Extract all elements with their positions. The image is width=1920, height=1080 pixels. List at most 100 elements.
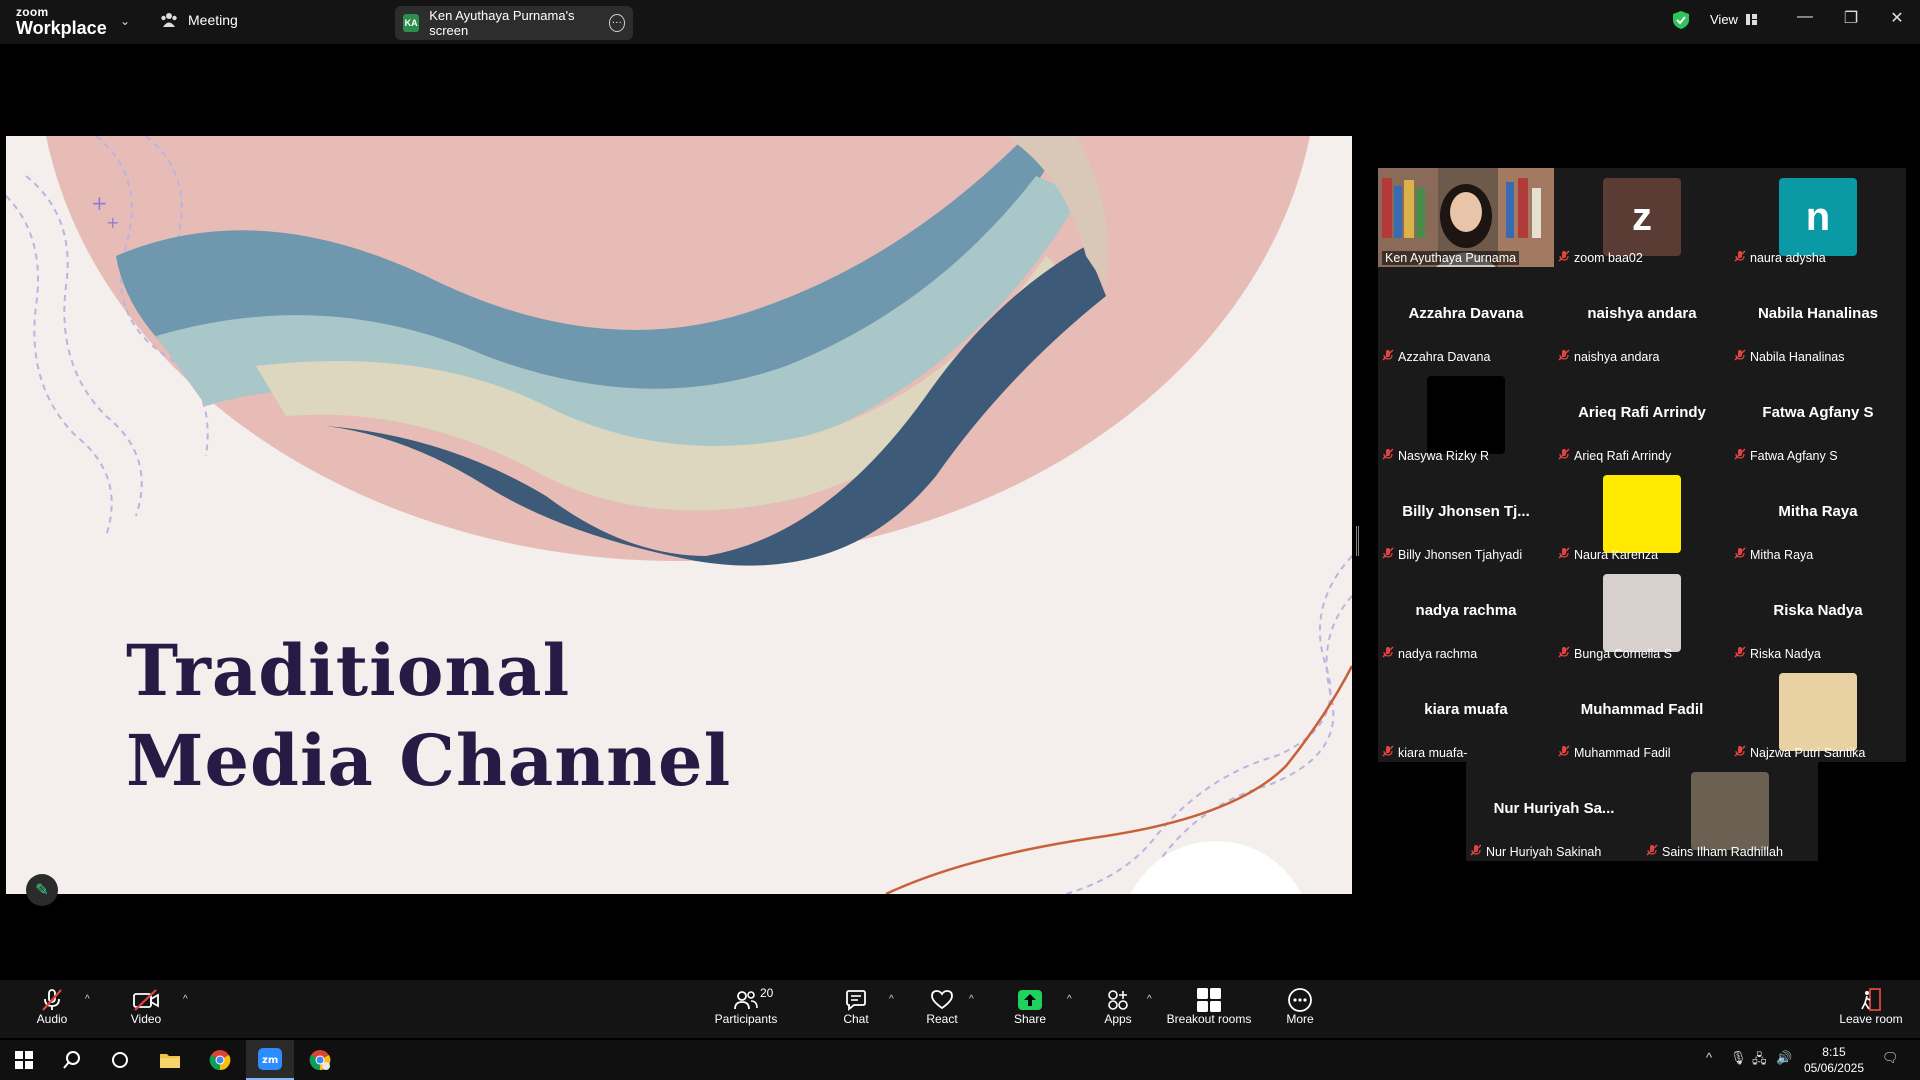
participant-name-label: kiara muafa- — [1382, 745, 1467, 760]
participant-name-label: nadya rachma — [1382, 646, 1477, 661]
participant-big-name: Arieq Rafi Arrindy — [1578, 404, 1706, 421]
participant-name: Nabila Hanalinas — [1750, 349, 1845, 364]
tray-microphone-icon[interactable]: 🎙 — [1730, 1050, 1747, 1066]
leave-room-button[interactable]: Leave room — [1836, 988, 1906, 1026]
participant-tile[interactable]: Ken Ayuthaya Purnama — [1378, 168, 1554, 267]
participant-tile[interactable]: Riska Nadya Riska Nadya — [1730, 564, 1906, 663]
participant-big-name: Riska Nadya — [1773, 602, 1863, 619]
panel-splitter[interactable] — [1356, 526, 1359, 556]
svg-text:+: + — [106, 213, 119, 232]
share-label: Share — [1013, 1012, 1047, 1026]
participant-name: Bunga Cornelia S — [1574, 646, 1672, 661]
apps-button[interactable]: Apps — [1100, 988, 1136, 1026]
participant-name-label: Ken Ayuthaya Purnama — [1382, 251, 1520, 265]
meeting-people-icon — [161, 13, 177, 27]
participant-tile[interactable]: Fatwa Agfany S Fatwa Agfany S — [1730, 366, 1906, 465]
tray-expand-icon[interactable]: ^ — [1706, 1050, 1712, 1065]
muted-microphone-icon — [1382, 349, 1394, 364]
participant-name-label: Fatwa Agfany S — [1734, 448, 1838, 463]
share-options-caret[interactable]: ^ — [1067, 994, 1072, 1005]
apps-options-caret[interactable]: ^ — [1147, 994, 1152, 1005]
participant-name: kiara muafa- — [1398, 745, 1468, 760]
participant-big-name: nadya rachma — [1415, 602, 1517, 619]
breakout-rooms-icon — [1197, 988, 1221, 1012]
muted-microphone-icon — [1558, 448, 1570, 463]
participant-tile[interactable]: Azzahra Davana Azzahra Davana — [1378, 267, 1554, 366]
audio-options-caret[interactable]: ^ — [85, 994, 90, 1005]
file-explorer-icon[interactable] — [146, 1040, 194, 1080]
annotate-pen-icon[interactable]: ✎ — [26, 874, 58, 906]
participant-tile[interactable]: Nasywa Rizky R — [1378, 366, 1554, 465]
muted-microphone-icon — [1646, 844, 1658, 859]
participant-tile[interactable]: kiara muafa kiara muafa- — [1378, 663, 1554, 762]
participant-avatar — [1603, 475, 1681, 553]
participant-big-name: Mitha Raya — [1778, 503, 1858, 520]
slide-title-line2: Media Channel — [126, 719, 732, 802]
volume-icon[interactable]: 🔊 — [1776, 1050, 1792, 1066]
zoom-workplace-logo[interactable]: zoom Workplace — [16, 6, 107, 37]
zoom-taskbar-icon[interactable]: zm — [246, 1040, 294, 1080]
participant-tile[interactable]: Nur Huriyah Sa... Nur Huriyah Sakinah — [1466, 762, 1642, 861]
task-view-icon[interactable] — [96, 1040, 144, 1080]
audio-button[interactable]: Audio — [34, 988, 70, 1026]
participant-tile[interactable]: Najzwa Putri Santika — [1730, 663, 1906, 762]
participant-big-name: Muhammad Fadil — [1580, 701, 1704, 718]
participant-tile[interactable]: Sains Ilham Radhillah — [1642, 762, 1818, 861]
participant-big-name: Fatwa Agfany S — [1762, 404, 1874, 421]
chrome-profile-icon[interactable] — [296, 1040, 344, 1080]
muted-microphone-icon — [1558, 250, 1570, 265]
participant-tile[interactable]: Bunga Cornelia S — [1554, 564, 1730, 663]
network-icon[interactable]: 🖧 — [1752, 1050, 1767, 1072]
chat-button[interactable]: Chat — [838, 988, 874, 1026]
participants-button[interactable]: 20 Participants — [714, 986, 778, 1026]
svg-text:zm: zm — [262, 1055, 278, 1066]
security-shield-icon[interactable] — [1672, 10, 1690, 30]
more-button[interactable]: More — [1284, 988, 1316, 1026]
share-button[interactable]: Share — [1012, 988, 1048, 1026]
presentation-slide: + + Traditional Media Channel — [6, 136, 1352, 894]
participant-name-label: Nur Huriyah Sakinah — [1470, 844, 1601, 859]
more-options-icon[interactable]: ··· — [608, 14, 625, 32]
share-screen-icon — [1018, 990, 1042, 1010]
participant-tile[interactable]: naishya andara naishya andara — [1554, 267, 1730, 366]
chrome-icon[interactable] — [196, 1040, 244, 1080]
chevron-down-icon[interactable]: ⌄ — [120, 14, 130, 28]
participant-tile[interactable]: n naura adysha — [1730, 168, 1906, 267]
close-icon[interactable]: ✕ — [1882, 8, 1912, 28]
participant-tile[interactable]: Mitha Raya Mitha Raya — [1730, 465, 1906, 564]
meeting-menu[interactable]: Meeting — [160, 12, 238, 28]
react-button[interactable]: React — [922, 988, 962, 1026]
participant-tile[interactable]: nadya rachma nadya rachma — [1378, 564, 1554, 663]
restore-icon[interactable]: ❐ — [1836, 8, 1866, 28]
participant-tile[interactable]: Nabila Hanalinas Nabila Hanalinas — [1730, 267, 1906, 366]
video-options-caret[interactable]: ^ — [183, 994, 188, 1005]
participant-tile[interactable]: Muhammad Fadil Muhammad Fadil — [1554, 663, 1730, 762]
grid-view-icon — [1745, 14, 1757, 25]
notifications-icon[interactable]: 🗨 — [1882, 1050, 1899, 1066]
video-button[interactable]: Video — [126, 988, 166, 1026]
breakout-rooms-button[interactable]: Breakout rooms — [1164, 988, 1254, 1026]
taskbar-clock[interactable]: 8:15 05/06/2025 — [1804, 1044, 1864, 1076]
shared-screen-pill[interactable]: KA Ken Ayuthaya Purnama's screen ··· — [395, 6, 633, 40]
muted-microphone-icon — [1382, 547, 1394, 562]
participant-avatar: n — [1779, 178, 1857, 256]
participant-tile[interactable]: Billy Jhonsen Tj... Billy Jhonsen Tjahyad… — [1378, 465, 1554, 564]
participant-tile[interactable]: Naura Karenza — [1554, 465, 1730, 564]
participant-big-name: Nabila Hanalinas — [1757, 305, 1879, 322]
clock-date: 05/06/2025 — [1803, 1061, 1864, 1075]
video-label: Video — [130, 1012, 162, 1026]
participant-name-label: Nasywa Rizky R — [1382, 448, 1489, 463]
react-options-caret[interactable]: ^ — [969, 994, 974, 1005]
search-icon[interactable] — [48, 1040, 96, 1080]
participant-name: nadya rachma — [1398, 646, 1478, 661]
participant-tile[interactable]: Arieq Rafi Arrindy Arieq Rafi Arrindy — [1554, 366, 1730, 465]
participant-tile[interactable]: z zoom baa02 — [1554, 168, 1730, 267]
video-off-icon — [133, 989, 159, 1011]
minimize-icon[interactable]: — — [1790, 8, 1820, 26]
participant-name-label: Najzwa Putri Santika — [1734, 745, 1865, 760]
view-button[interactable]: View — [1710, 12, 1757, 27]
heart-icon — [931, 990, 953, 1010]
participant-name: Mitha Raya — [1750, 547, 1814, 562]
chat-options-caret[interactable]: ^ — [889, 994, 894, 1005]
windows-start-icon[interactable] — [0, 1040, 48, 1080]
